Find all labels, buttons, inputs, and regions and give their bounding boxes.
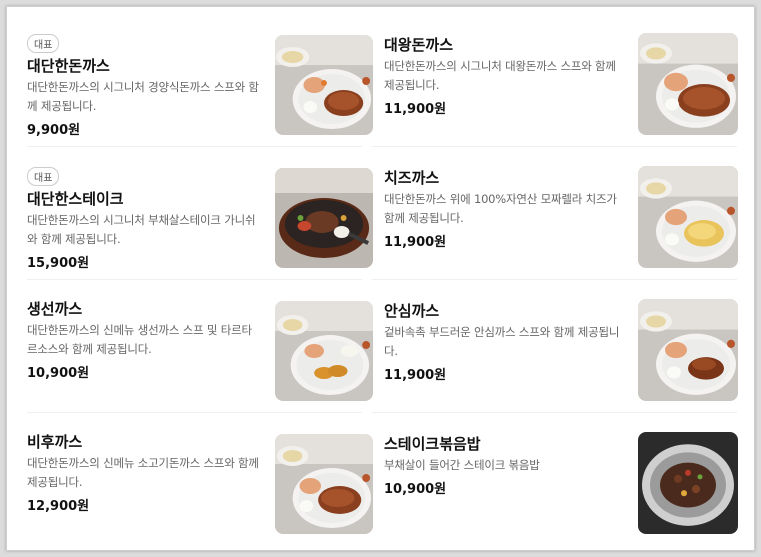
menu-item-price: 9,900원: [27, 123, 81, 138]
menu-item[interactable]: 대왕돈까스 대단한돈까스의 시그니처 대왕돈까스 스프와 함께 제공됩니다. 1…: [372, 13, 747, 146]
menu-item-price: 10,900원: [27, 366, 90, 381]
menu-item-name: 대단한돈까스: [27, 57, 110, 75]
menu-item-price: 15,900원: [27, 256, 90, 271]
menu-item-description: 대단한돈까스의 신메뉴 소고기돈까스 스프와 함께 제공됩니다.: [27, 456, 259, 489]
menu-grid: 대표 대단한돈까스 대단한돈까스의 시그니처 경양식돈까스 스프와 함께 제공됩…: [27, 13, 747, 545]
menu-item[interactable]: 생선까스 대단한돈까스의 신메뉴 생선까스 스프 및 타르타르소스와 함께 제공…: [27, 279, 373, 412]
donkatsu-plate-photo[interactable]: [275, 35, 373, 135]
menu-item-description: 대단한돈까스의 시그니처 경양식돈까스 스프와 함께 제공됩니다.: [27, 80, 259, 113]
menu-item[interactable]: 비후까스 대단한돈까스의 신메뉴 소고기돈까스 스프와 함께 제공됩니다. 12…: [27, 412, 373, 545]
menu-item-description: 대단한돈까스의 시그니처 부채살스테이크 가니쉬와 함께 제공됩니다.: [27, 213, 256, 246]
menu-item-description: 대단한돈까스 위에 100%자연산 모짜렐라 치즈가 함께 제공됩니다.: [384, 192, 617, 225]
menu-item-info: 생선까스 대단한돈까스의 신메뉴 생선까스 스프 및 타르타르소스와 함께 제공…: [27, 299, 259, 381]
menu-item-info: 대표 대단한돈까스 대단한돈까스의 시그니처 경양식돈까스 스프와 함께 제공됩…: [27, 33, 259, 138]
menu-item-price: 11,900원: [384, 368, 447, 383]
steak-skillet-photo[interactable]: [275, 168, 373, 268]
menu-item[interactable]: 대표 대단한돈까스 대단한돈까스의 시그니처 경양식돈까스 스프와 함께 제공됩…: [27, 13, 373, 146]
menu-item[interactable]: 안심까스 겉바속촉 부드러운 안심까스 스프와 함께 제공됩니다. 11,900…: [372, 279, 747, 412]
menu-item-description: 부채살이 들어간 스테이크 볶음밥: [384, 458, 540, 472]
menu-item-description: 대단한돈까스의 신메뉴 생선까스 스프 및 타르타르소스와 함께 제공됩니다.: [27, 323, 252, 356]
menu-item-price: 11,900원: [384, 235, 447, 250]
menu-item-name: 치즈까스: [384, 169, 440, 187]
menu-item[interactable]: 스테이크볶음밥 부채살이 들어간 스테이크 볶음밥 10,900원: [372, 412, 747, 545]
menu-item-name: 안심까스: [384, 302, 440, 320]
menu-panel: 대표 대단한돈까스 대단한돈까스의 시그니처 경양식돈까스 스프와 함께 제공됩…: [6, 6, 755, 551]
signature-badge: 대표: [27, 167, 60, 186]
menu-item-info: 스테이크볶음밥 부채살이 들어간 스테이크 볶음밥 10,900원: [384, 434, 629, 497]
menu-item-info: 비후까스 대단한돈까스의 신메뉴 소고기돈까스 스프와 함께 제공됩니다. 12…: [27, 432, 259, 514]
menu-item-name: 대왕돈까스: [384, 36, 454, 54]
menu-item-price: 10,900원: [384, 482, 447, 497]
menu-item[interactable]: 치즈까스 대단한돈까스 위에 100%자연산 모짜렐라 치즈가 함께 제공됩니다…: [372, 146, 747, 279]
menu-item-description: 대단한돈까스의 시그니처 대왕돈까스 스프와 함께 제공됩니다.: [384, 59, 616, 92]
tenderloin-katsu-plate-photo[interactable]: [638, 299, 738, 401]
beef-katsu-plate-photo[interactable]: [275, 434, 373, 534]
menu-item-price: 11,900원: [384, 102, 447, 117]
menu-item-info: 대왕돈까스 대단한돈까스의 시그니처 대왕돈까스 스프와 함께 제공됩니다. 1…: [384, 35, 629, 117]
fish-katsu-plate-photo[interactable]: [275, 301, 373, 401]
menu-item-name: 비후까스: [27, 433, 83, 451]
menu-item-info: 치즈까스 대단한돈까스 위에 100%자연산 모짜렐라 치즈가 함께 제공됩니다…: [384, 168, 629, 250]
menu-item-name: 생선까스: [27, 300, 83, 318]
menu-item-info: 안심까스 겉바속촉 부드러운 안심까스 스프와 함께 제공됩니다. 11,900…: [384, 301, 629, 383]
menu-item-description: 겉바속촉 부드러운 안심까스 스프와 함께 제공됩니다.: [384, 325, 620, 358]
menu-item-name: 대단한스테이크: [27, 190, 124, 208]
signature-badge: 대표: [27, 34, 60, 53]
large-donkatsu-plate-photo[interactable]: [638, 33, 738, 135]
menu-item[interactable]: 대표 대단한스테이크 대단한돈까스의 시그니처 부채살스테이크 가니쉬와 함께 …: [27, 146, 373, 279]
cheese-katsu-plate-photo[interactable]: [638, 166, 738, 268]
menu-item-info: 대표 대단한스테이크 대단한돈까스의 시그니처 부채살스테이크 가니쉬와 함께 …: [27, 166, 259, 271]
menu-item-price: 12,900원: [27, 499, 90, 514]
menu-item-name: 스테이크볶음밥: [384, 435, 481, 453]
steak-fried-rice-photo[interactable]: [638, 432, 738, 534]
